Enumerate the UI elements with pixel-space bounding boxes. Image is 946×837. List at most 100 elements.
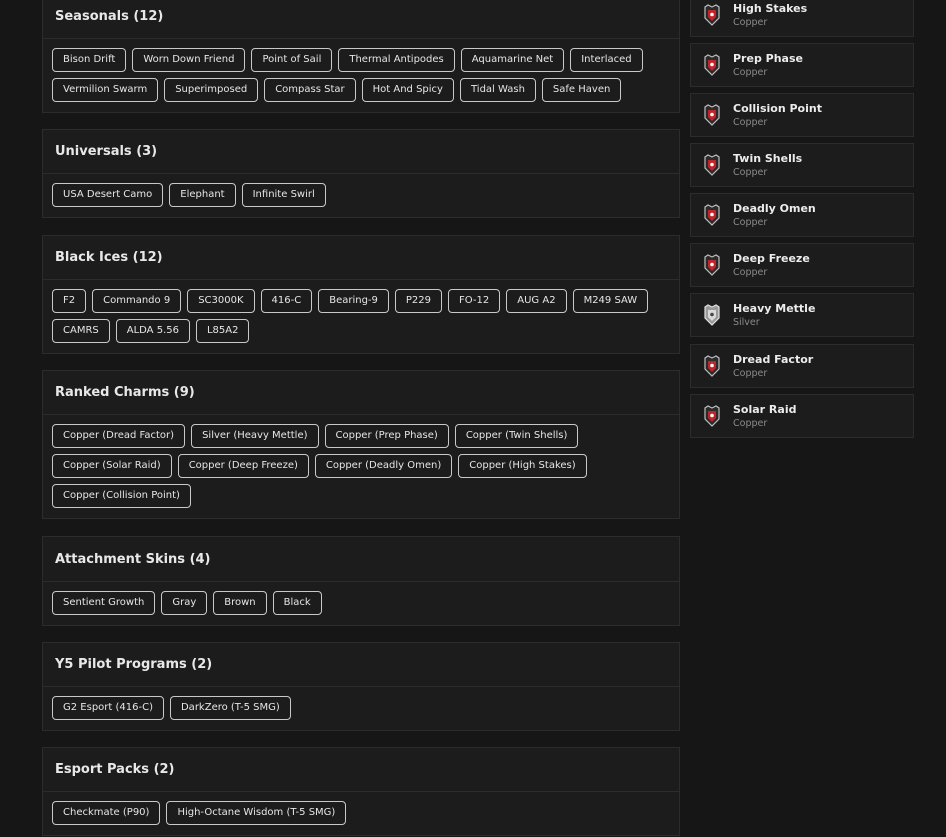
item-chip[interactable]: Copper (Collision Point) (52, 484, 191, 508)
charm-tier: Copper (733, 217, 768, 228)
item-chip[interactable]: Compass Star (264, 78, 356, 102)
item-chip[interactable]: F2 (52, 289, 87, 313)
item-chip[interactable]: Copper (Twin Shells) (454, 424, 579, 448)
item-chip[interactable]: AUG A2 (506, 289, 567, 313)
item-chip[interactable]: Copper (Solar Raid) (52, 454, 172, 478)
charm-name: Deadly Omen (733, 202, 816, 215)
item-chip[interactable]: Copper (Prep Phase) (324, 424, 449, 448)
copper-charm-icon (704, 405, 720, 427)
charm-name: Collision Point (733, 102, 822, 115)
charm-tier: Copper (733, 117, 768, 128)
section-title: Attachment Skins (4) (43, 537, 679, 582)
charm-card-heavy-mettle[interactable]: Heavy Mettle Silver (690, 293, 914, 337)
item-chip[interactable]: Silver (Heavy Mettle) (191, 424, 319, 448)
charm-card-twin-shells[interactable]: Twin Shells Copper (690, 143, 914, 187)
item-chip[interactable]: Vermilion Swarm (52, 78, 159, 102)
item-chip[interactable]: Commando 9 (92, 289, 182, 313)
item-chip[interactable]: Copper (High Stakes) (458, 454, 587, 478)
section-attachment-skins: Attachment Skins (4) Sentient Growth Gray B… (42, 536, 680, 626)
item-chip[interactable]: Hot And Spicy (361, 78, 454, 102)
section-y5-pilot-programs: Y5 Pilot Programs (2) G2 Esport (416-C) Da… (42, 642, 680, 731)
section-title: Universals (3) (43, 130, 679, 174)
charm-tier: Copper (733, 67, 768, 78)
charm-card-prep-phase[interactable]: Prep Phase Copper (690, 43, 914, 87)
item-chip-list: USA Desert Camo Elephant Infinite Swirl (43, 174, 679, 217)
copper-charm-icon (704, 254, 720, 276)
section-ranked-charms: Ranked Charms (9) Copper (Dread Factor) Si… (42, 370, 680, 519)
charm-tier: Copper (733, 368, 768, 379)
silver-charm-icon (704, 304, 720, 326)
item-chip-list: G2 Esport (416-C) DarkZero (T-5 SMG) (43, 687, 679, 730)
item-chip[interactable]: CAMRS (52, 319, 110, 343)
item-chip[interactable]: Infinite Swirl (241, 183, 326, 207)
item-chip[interactable]: M249 SAW (572, 289, 649, 313)
section-seasonals: Seasonals (12) Bison Drift Worn Down Frien… (42, 0, 680, 113)
item-chip[interactable]: Thermal Antipodes (338, 48, 455, 72)
section-title: Esport Packs (2) (43, 748, 679, 792)
item-chip[interactable]: Tidal Wash (459, 78, 536, 102)
section-title: Y5 Pilot Programs (2) (43, 643, 679, 687)
item-chip[interactable]: Copper (Dread Factor) (52, 424, 186, 448)
item-chip[interactable]: Safe Haven (541, 78, 622, 102)
copper-charm-icon (704, 355, 720, 377)
charm-card-deep-freeze[interactable]: Deep Freeze Copper (690, 243, 914, 287)
charm-name: Solar Raid (733, 403, 797, 416)
item-chip-list: Checkmate (P90) High-Octane Wisdom (T-5 S… (43, 792, 679, 835)
item-chip-list: Bison Drift Worn Down Friend Point of Sail… (43, 39, 679, 112)
item-chip[interactable]: USA Desert Camo (52, 183, 164, 207)
section-title: Seasonals (12) (43, 0, 679, 39)
item-chip-list: F2 Commando 9 SC3000K 416-C Bearing-9 P229 FO-… (43, 280, 679, 353)
item-chip[interactable]: P229 (394, 289, 443, 313)
item-chip[interactable]: 416-C (260, 289, 313, 313)
item-chip[interactable]: Brown (213, 591, 267, 615)
charm-card-solar-raid[interactable]: Solar Raid Copper (690, 394, 914, 438)
copper-charm-icon (704, 154, 720, 176)
item-chip[interactable]: L85A2 (195, 319, 250, 343)
item-chip[interactable]: Bison Drift (52, 48, 127, 72)
item-chip[interactable]: G2 Esport (416-C) (52, 696, 164, 720)
item-chip[interactable]: SC3000K (187, 289, 255, 313)
copper-charm-icon (704, 54, 720, 76)
copper-charm-icon (704, 104, 720, 126)
section-black-ices: Black Ices (12) F2 Commando 9 SC3000K 416-C B… (42, 235, 680, 354)
charm-card-collision-point[interactable]: Collision Point Copper (690, 93, 914, 137)
item-chip[interactable]: DarkZero (T-5 SMG) (169, 696, 291, 720)
charm-tier: Copper (733, 418, 768, 429)
item-chip[interactable]: Bearing-9 (318, 289, 389, 313)
item-chip[interactable]: Copper (Deadly Omen) (314, 454, 453, 478)
charm-name: Heavy Mettle (733, 302, 816, 315)
item-chip-list: Sentient Growth Gray Brown Black (43, 582, 679, 625)
charm-name: Dread Factor (733, 353, 814, 366)
section-title: Black Ices (12) (43, 236, 679, 280)
item-chip[interactable]: Aquamarine Net (460, 48, 565, 72)
charm-tier: Copper (733, 167, 768, 178)
item-chip[interactable]: FO-12 (448, 289, 501, 313)
section-esport-packs: Esport Packs (2) Checkmate (P90) High-Octa… (42, 747, 680, 836)
section-title: Ranked Charms (9) (43, 371, 679, 415)
copper-charm-icon (704, 204, 720, 226)
copper-charm-icon (704, 4, 720, 26)
charm-name: Twin Shells (733, 152, 803, 165)
item-chip[interactable]: Point of Sail (251, 48, 333, 72)
item-chip[interactable]: Gray (161, 591, 208, 615)
charm-card-dread-factor[interactable]: Dread Factor Copper (690, 344, 914, 388)
item-chip[interactable]: Worn Down Friend (132, 48, 246, 72)
item-chip[interactable]: High-Octane Wisdom (T-5 SMG) (166, 801, 347, 825)
charm-tier: Silver (733, 317, 760, 328)
item-chip[interactable]: Copper (Deep Freeze) (177, 454, 309, 478)
item-chip-list: Copper (Dread Factor) Silver (Heavy Mettl… (43, 415, 679, 518)
charm-name: High Stakes (733, 2, 808, 15)
item-chip[interactable]: ALDA 5.56 (115, 319, 190, 343)
charm-name: Prep Phase (733, 52, 803, 65)
item-chip[interactable]: Black (272, 591, 322, 615)
item-chip[interactable]: Superimposed (164, 78, 259, 102)
item-chip[interactable]: Elephant (169, 183, 236, 207)
charm-card-deadly-omen[interactable]: Deadly Omen Copper (690, 193, 914, 237)
charm-name: Deep Freeze (733, 252, 810, 265)
item-chip[interactable]: Interlaced (570, 48, 643, 72)
charm-tier: Copper (733, 267, 768, 278)
section-universals: Universals (3) USA Desert Camo Elephant Inf… (42, 129, 680, 218)
charm-card-high-stakes[interactable]: High Stakes Copper (690, 0, 914, 37)
item-chip[interactable]: Checkmate (P90) (52, 801, 161, 825)
item-chip[interactable]: Sentient Growth (52, 591, 156, 615)
